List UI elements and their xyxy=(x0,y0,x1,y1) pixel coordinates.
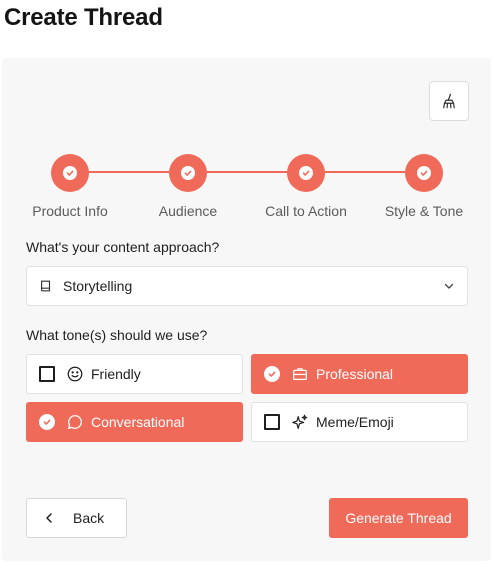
chat-bubble-icon xyxy=(65,412,85,432)
content-approach-select[interactable]: Storytelling xyxy=(26,266,468,306)
step-call-to-action[interactable]: Call to Action xyxy=(246,154,366,219)
tone-option-label: Professional xyxy=(316,366,394,382)
step-label: Audience xyxy=(158,203,218,219)
generate-thread-button[interactable]: Generate Thread xyxy=(329,498,468,538)
step-product-info[interactable]: Product Info xyxy=(10,154,130,219)
checkbox-unchecked[interactable] xyxy=(39,366,55,382)
approach-question: What's your content approach? xyxy=(26,239,220,255)
tone-option-meme-emoji[interactable]: Meme/Emoji xyxy=(251,402,468,442)
chevron-down-icon xyxy=(444,283,454,289)
step-label: Style & Tone xyxy=(384,203,464,219)
briefcase-icon xyxy=(290,364,310,384)
tone-option-label: Meme/Emoji xyxy=(316,414,394,430)
step-style-tone[interactable]: Style & Tone xyxy=(364,154,484,219)
clear-form-button[interactable] xyxy=(429,81,469,121)
tone-option-label: Friendly xyxy=(91,366,141,382)
step-label: Product Info xyxy=(32,203,108,219)
page-title: Create Thread xyxy=(4,4,163,31)
check-circle-icon[interactable] xyxy=(39,414,55,430)
step-complete-indicator xyxy=(169,154,207,192)
check-circle-icon[interactable] xyxy=(264,366,280,382)
tone-question: What tone(s) should we use? xyxy=(26,327,208,343)
tone-option-label: Conversational xyxy=(91,414,185,430)
step-label: Call to Action xyxy=(265,203,347,219)
step-complete-indicator xyxy=(405,154,443,192)
chevron-left-icon xyxy=(46,513,52,523)
brush-icon xyxy=(443,93,455,109)
step-audience[interactable]: Audience xyxy=(128,154,248,219)
back-button[interactable]: Back xyxy=(26,498,127,538)
step-complete-indicator xyxy=(51,154,89,192)
step-complete-indicator xyxy=(287,154,325,192)
check-icon xyxy=(63,166,77,180)
sparkle-icon xyxy=(290,412,310,432)
checkbox-unchecked[interactable] xyxy=(264,414,280,430)
check-icon xyxy=(299,166,313,180)
tone-option-professional[interactable]: Professional xyxy=(251,354,468,394)
tone-option-friendly[interactable]: Friendly xyxy=(26,354,243,394)
back-button-label: Back xyxy=(73,510,105,526)
book-icon xyxy=(41,280,51,292)
smile-icon xyxy=(65,364,85,384)
create-thread-card: Product Info Audience Call to Action Sty… xyxy=(2,58,491,561)
select-value: Storytelling xyxy=(63,278,133,294)
check-icon xyxy=(181,166,195,180)
tone-option-conversational[interactable]: Conversational xyxy=(26,402,243,442)
check-icon xyxy=(417,166,431,180)
